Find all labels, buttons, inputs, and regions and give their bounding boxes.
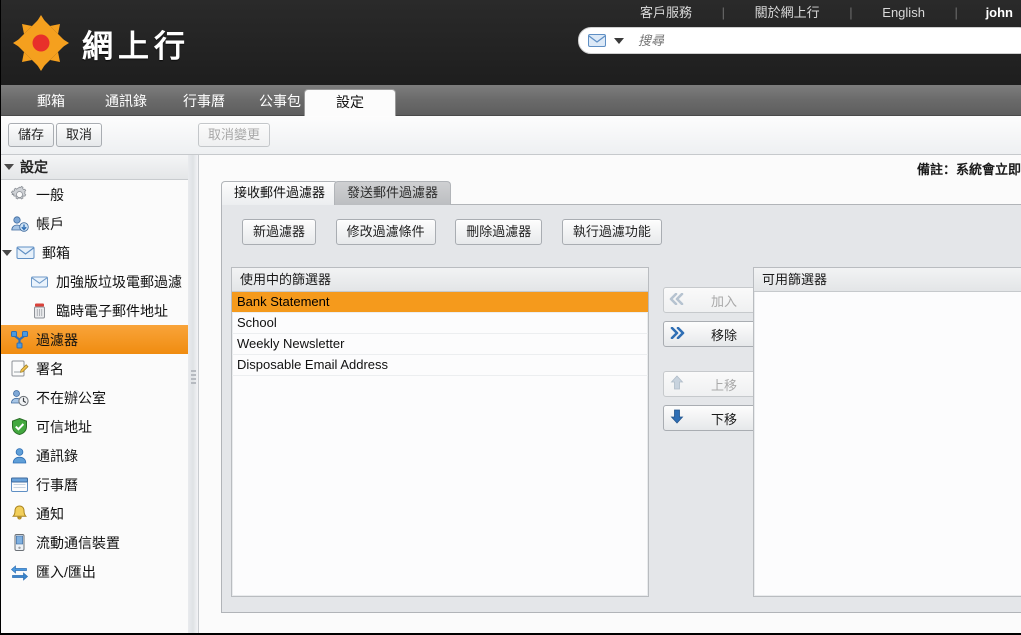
main-content: 備註：系統會立即 接收郵件過濾器發送郵件過濾器 新過濾器 修改過濾條件 刪除過濾… (199, 155, 1021, 635)
double-chevron-right-icon (664, 327, 690, 342)
triangle-down-icon[interactable] (2, 250, 12, 256)
brand-name: 網上行 (82, 21, 190, 66)
double-chevron-left-icon (664, 293, 690, 308)
bell-icon (10, 504, 29, 523)
nav-tab-settings[interactable]: 設定 (304, 89, 396, 116)
sidebar-item-account[interactable]: 帳戶 (0, 209, 188, 238)
sidebar-header-label: 設定 (20, 155, 48, 179)
sidebar-item-label: 可信地址 (36, 417, 92, 437)
caret-down-icon[interactable] (614, 38, 624, 44)
sidebar-item-notifications[interactable]: 通知 (0, 499, 188, 528)
contacts-person-icon (10, 446, 29, 465)
gear-icon (10, 185, 29, 204)
sidebar-splitter[interactable] (188, 155, 199, 635)
sidebar-item-disposable-address[interactable]: 臨時電子郵件地址 (0, 296, 188, 325)
action-toolbar: 儲存 取消 取消變更 (0, 116, 1021, 155)
revert-changes-button: 取消變更 (198, 123, 270, 147)
sidebar-header[interactable]: 設定 (0, 155, 188, 180)
header-user-menu[interactable]: john (962, 5, 1013, 20)
button-group-spacer (663, 355, 743, 371)
arrow-down-icon (664, 409, 690, 427)
new-filter-button[interactable]: 新過濾器 (242, 219, 316, 245)
main-navigation-bar: 郵箱 通訊錄 行事曆 公事包 設定 (0, 85, 1021, 116)
header-separator: | (722, 5, 725, 20)
filter-panel: 新過濾器 修改過濾條件 刪除過濾器 執行過濾功能 使用中的篩選器 Bank St… (221, 204, 1021, 613)
sidebar-item-label: 郵箱 (42, 243, 70, 263)
envelope-small-icon (30, 272, 49, 291)
filter-tabstrip: 接收郵件過濾器發送郵件過濾器 (221, 181, 451, 205)
header-separator: | (955, 5, 958, 20)
available-filters-header: 可用篩選器 (754, 268, 1021, 292)
edit-filter-button[interactable]: 修改過濾條件 (336, 219, 436, 245)
signature-pencil-icon (10, 359, 29, 378)
list-item[interactable]: Disposable Email Address (232, 355, 648, 376)
tab-outgoing-mail-filter[interactable]: 發送郵件過濾器 (334, 181, 451, 205)
tab-incoming-mail-filter[interactable]: 接收郵件過濾器 (221, 181, 338, 205)
sidebar-item-filters[interactable]: 過濾器 (0, 325, 188, 354)
mobile-device-icon (10, 533, 29, 552)
content-note: 備註：系統會立即 (201, 159, 1021, 178)
sidebar-item-signature[interactable]: 署名 (0, 354, 188, 383)
search-input[interactable] (636, 29, 1021, 52)
green-shield-check-icon (10, 417, 29, 436)
sidebar-item-contacts[interactable]: 通訊錄 (0, 441, 188, 470)
cancel-button[interactable]: 取消 (56, 123, 102, 147)
header-link-about[interactable]: 關於網上行 (729, 5, 846, 20)
sidebar-item-label: 加強版垃圾電郵過濾 (56, 272, 182, 292)
sidebar-item-label: 通訊錄 (36, 446, 78, 466)
account-person-icon (10, 214, 29, 233)
settings-sidebar: 設定 一般 帳戶 (0, 155, 189, 635)
sidebar-item-label: 一般 (36, 185, 64, 205)
trash-icon (30, 301, 49, 320)
brand-area: 網上行 (12, 14, 190, 72)
window-left-border (0, 0, 1, 635)
sidebar-item-label: 流動通信裝置 (36, 533, 120, 553)
transfer-buttons: 加入 移除 (663, 287, 743, 439)
header-link-english[interactable]: English (856, 5, 951, 20)
sidebar-item-label: 過濾器 (36, 330, 78, 350)
header-separator: | (849, 5, 852, 20)
filter-action-buttons: 新過濾器 修改過濾條件 刪除過濾器 執行過濾功能 (242, 219, 678, 245)
top-header-bar: 網上行 客戶服務 | 關於網上行 | English | john (0, 0, 1021, 86)
sidebar-item-out-of-office[interactable]: 不在辦公室 (0, 383, 188, 412)
list-item[interactable]: Bank Statement (232, 292, 648, 313)
application-window: 網上行 客戶服務 | 關於網上行 | English | john 郵箱 通訊錄 (0, 0, 1021, 635)
out-of-office-clock-icon (10, 388, 29, 407)
triangle-down-icon[interactable] (4, 164, 14, 170)
sidebar-item-trusted-addresses[interactable]: 可信地址 (0, 412, 188, 441)
sidebar-item-label: 匯入/匯出 (36, 562, 96, 582)
sidebar-item-label: 署名 (36, 359, 64, 379)
sidebar-item-label: 帳戶 (36, 214, 64, 234)
sidebar-item-enhanced-spam-filter[interactable]: 加強版垃圾電郵過濾 (0, 267, 188, 296)
envelope-icon (16, 243, 35, 262)
calendar-icon (10, 475, 29, 494)
filter-fork-icon (10, 330, 29, 349)
list-item[interactable]: Weekly Newsletter (232, 334, 648, 355)
sidebar-item-label: 臨時電子郵件地址 (56, 301, 168, 321)
sidebar-item-label: 不在辦公室 (36, 388, 106, 408)
available-filters-listbox[interactable]: 可用篩選器 (753, 267, 1021, 597)
import-export-arrows-icon (10, 562, 29, 581)
envelope-icon[interactable] (588, 34, 606, 47)
sidebar-item-label: 通知 (36, 504, 64, 524)
list-item[interactable]: School (232, 313, 648, 334)
arrow-up-icon (664, 375, 690, 393)
sidebar-item-mailbox[interactable]: 郵箱 (0, 238, 188, 267)
header-link-customer-service[interactable]: 客戶服務 (614, 5, 718, 20)
splitter-grip[interactable] (191, 370, 196, 386)
sidebar-item-calendar[interactable]: 行事曆 (0, 470, 188, 499)
active-filters-listbox[interactable]: 使用中的篩選器 Bank Statement School Weekly New… (231, 267, 649, 597)
header-links: 客戶服務 | 關於網上行 | English | john (614, 0, 1013, 25)
sidebar-item-mobile-devices[interactable]: 流動通信裝置 (0, 528, 188, 557)
delete-filter-button[interactable]: 刪除過濾器 (455, 219, 542, 245)
run-filter-button[interactable]: 執行過濾功能 (562, 219, 662, 245)
active-filters-header: 使用中的篩選器 (232, 268, 648, 292)
diamond-arrows-logo (12, 14, 70, 72)
save-button[interactable]: 儲存 (8, 123, 54, 147)
sidebar-item-import-export[interactable]: 匯入/匯出 (0, 557, 188, 586)
sidebar-item-general[interactable]: 一般 (0, 180, 188, 209)
search-bar[interactable] (578, 27, 1021, 54)
sidebar-item-label: 行事曆 (36, 475, 78, 495)
filter-lists: 使用中的篩選器 Bank Statement School Weekly New… (231, 267, 1021, 603)
